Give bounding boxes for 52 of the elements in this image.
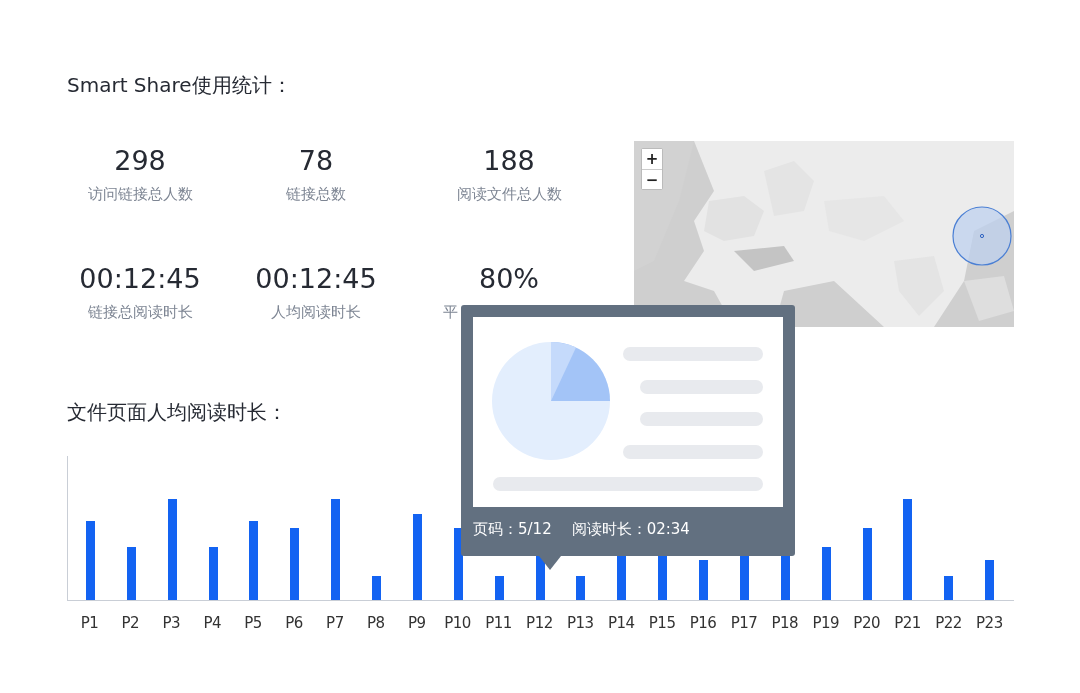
axis-label: P11 <box>484 614 513 632</box>
zoom-out-button[interactable]: − <box>642 169 662 189</box>
axis-label: P13 <box>566 614 595 632</box>
stat-label: 链接总阅读时长 <box>87 303 193 322</box>
axis-label: P8 <box>366 614 386 632</box>
axis-label: P19 <box>811 614 841 632</box>
axis-label: P14 <box>606 614 636 632</box>
stat-label: 访问链接总人数 <box>87 185 193 204</box>
axis-label: P12 <box>525 614 554 632</box>
axis-label: P2 <box>120 614 141 632</box>
axis-label: P6 <box>284 614 304 632</box>
chart-bar <box>821 547 831 600</box>
stat-value: 00:12:45 <box>255 262 377 296</box>
axis-label: P15 <box>647 614 677 632</box>
page-number: 页码：5/12 <box>473 520 552 539</box>
axis-label: P23 <box>975 614 1004 632</box>
stat-label: 阅读文件总人数 <box>456 185 562 204</box>
chart-bar <box>985 560 995 600</box>
read-duration: 阅读时长：02:34 <box>571 520 690 539</box>
stat-label: 人均阅读时长 <box>271 303 361 322</box>
axis-label: P21 <box>893 614 922 632</box>
stat-value: 188 <box>483 144 535 178</box>
chart-bar <box>576 576 586 600</box>
chart-bar <box>944 576 954 600</box>
axis-label: P16 <box>688 614 718 632</box>
stat-value: 78 <box>298 144 334 178</box>
chart-bar <box>494 576 504 600</box>
axis-label: P3 <box>161 614 182 632</box>
axis-label: P9 <box>406 614 427 632</box>
stat-value: 00:12:45 <box>79 262 201 296</box>
chart-bar <box>453 528 463 600</box>
stat-value: 80% <box>479 262 539 296</box>
section-title: 文件页面人均阅读时长： <box>67 399 288 426</box>
axis-label: P20 <box>852 614 881 632</box>
chart-bar <box>372 576 382 600</box>
axis-label: P18 <box>770 614 800 632</box>
chart-bar <box>699 560 709 600</box>
stat-label: 平 <box>443 303 458 322</box>
axis-label: P10 <box>443 614 472 632</box>
chart-bar <box>126 547 136 600</box>
section-title: Smart Share使用统计： <box>67 72 293 99</box>
stat-label: 链接总数 <box>286 185 346 204</box>
chart-bar <box>290 528 300 600</box>
axis-label: P22 <box>934 614 963 632</box>
axis-label: P7 <box>325 614 345 632</box>
chart-bar <box>208 547 218 600</box>
axis-label: P1 <box>79 614 100 632</box>
axis-label: P5 <box>243 614 263 632</box>
stat-value: 298 <box>114 144 166 178</box>
axis-label: P17 <box>729 614 759 632</box>
chart-bar <box>862 528 872 600</box>
axis-label: P4 <box>202 614 222 632</box>
